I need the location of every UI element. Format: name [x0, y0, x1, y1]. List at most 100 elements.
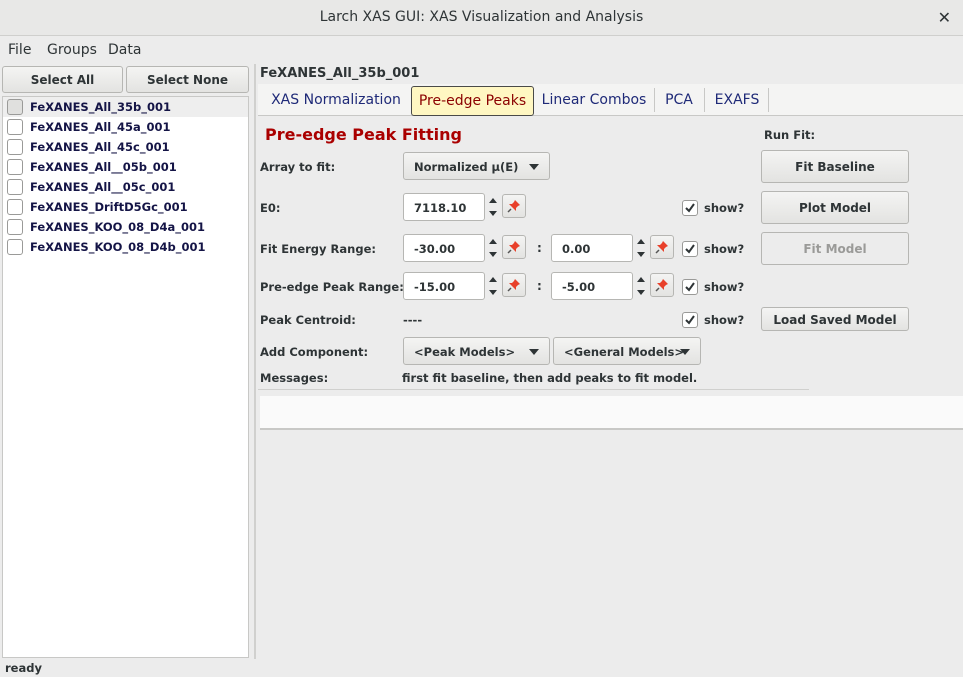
tab-exafs[interactable]: EXAFS — [710, 84, 764, 116]
fit-range-show-checkbox[interactable] — [682, 241, 698, 257]
menu-data[interactable]: Data — [108, 42, 141, 58]
peak-centroid-label: Peak Centroid: — [260, 313, 356, 327]
spin-down-icon[interactable] — [637, 252, 645, 257]
peak-range-max-stepper[interactable] — [634, 272, 650, 300]
group-row[interactable]: FeXANES_DriftD5Gc_001 — [3, 197, 248, 217]
group-list: FeXANES_All_35b_001 FeXANES_All_45a_001 … — [2, 96, 249, 658]
tab-bar: XAS Normalization Pre-edge Peaks Linear … — [258, 84, 963, 116]
general-models-select[interactable]: <General Models> — [553, 337, 701, 365]
centroid-show-label: show? — [704, 313, 745, 327]
group-checkbox[interactable] — [7, 139, 23, 155]
fit-model-button[interactable]: Fit Model — [761, 232, 909, 265]
e0-label: E0: — [260, 201, 281, 215]
group-label: FeXANES_All_45c_001 — [30, 140, 170, 154]
fit-range-min-input[interactable]: -30.00 — [403, 234, 485, 262]
fit-range-min-stepper[interactable] — [486, 234, 502, 262]
e0-stepper[interactable] — [486, 193, 502, 221]
peak-models-select[interactable]: <Peak Models> — [403, 337, 550, 365]
group-checkbox[interactable] — [7, 199, 23, 215]
centroid-show-checkbox[interactable] — [682, 312, 698, 328]
array-to-fit-value: Normalized μ(E) — [414, 160, 519, 174]
panel-splitter[interactable] — [254, 64, 256, 659]
tab-linear-combos[interactable]: Linear Combos — [538, 84, 650, 116]
check-icon — [685, 203, 695, 213]
group-row[interactable]: FeXANES_All_45c_001 — [3, 137, 248, 157]
select-all-button[interactable]: Select All — [2, 66, 123, 93]
plot-model-button[interactable]: Plot Model — [761, 191, 909, 224]
spin-up-icon[interactable] — [489, 198, 497, 203]
range-separator: : — [537, 241, 542, 255]
e0-show-checkbox[interactable] — [682, 200, 698, 216]
menu-groups[interactable]: Groups — [47, 42, 97, 58]
array-to-fit-label: Array to fit: — [260, 160, 336, 174]
messages-value: first fit baseline, then add peaks to fi… — [402, 371, 698, 385]
group-checkbox[interactable] — [7, 99, 23, 115]
window-titlebar: Larch XAS GUI: XAS Visualization and Ana… — [0, 0, 963, 36]
group-row[interactable]: FeXANES_All__05c_001 — [3, 177, 248, 197]
tab-xas-normalization[interactable]: XAS Normalization — [266, 84, 406, 116]
spin-down-icon[interactable] — [489, 290, 497, 295]
group-label: FeXANES_KOO_08_D4b_001 — [30, 240, 206, 254]
messages-label: Messages: — [260, 371, 329, 385]
peak-range-max-input[interactable]: -5.00 — [551, 272, 633, 300]
divider — [258, 389, 809, 390]
group-checkbox[interactable] — [7, 119, 23, 135]
group-checkbox[interactable] — [7, 239, 23, 255]
menubar: File Groups Data — [0, 37, 963, 64]
pin-icon — [507, 279, 520, 292]
tab-pca[interactable]: PCA — [658, 84, 700, 116]
group-row[interactable]: FeXANES_All_35b_001 — [3, 97, 248, 117]
group-row[interactable]: FeXANES_KOO_08_D4b_001 — [3, 237, 248, 257]
pin-icon — [655, 279, 668, 292]
peak-range-min-stepper[interactable] — [486, 272, 502, 300]
check-icon — [685, 315, 695, 325]
chevron-down-icon — [529, 164, 539, 170]
status-text: ready — [5, 661, 42, 675]
e0-pin-button[interactable] — [502, 194, 526, 218]
check-icon — [685, 282, 695, 292]
chevron-down-icon — [680, 349, 690, 355]
spin-down-icon[interactable] — [489, 252, 497, 257]
group-label: FeXANES_All__05b_001 — [30, 160, 177, 174]
spin-up-icon[interactable] — [489, 239, 497, 244]
array-to-fit-select[interactable]: Normalized μ(E) — [403, 152, 550, 180]
fit-range-max-input[interactable]: 0.00 — [551, 234, 633, 262]
peak-range-min-input[interactable]: -15.00 — [403, 272, 485, 300]
spin-up-icon[interactable] — [637, 277, 645, 282]
spin-up-icon[interactable] — [489, 277, 497, 282]
pin-icon — [655, 241, 668, 254]
menu-file[interactable]: File — [8, 42, 31, 58]
load-saved-model-button[interactable]: Load Saved Model — [761, 307, 909, 331]
e0-show-label: show? — [704, 201, 745, 215]
window-title: Larch XAS GUI: XAS Visualization and Ana… — [319, 9, 644, 25]
peak-range-max-pin-button[interactable] — [650, 273, 674, 297]
group-row[interactable]: FeXANES_All__05b_001 — [3, 157, 248, 177]
group-checkbox[interactable] — [7, 159, 23, 175]
group-row[interactable]: FeXANES_KOO_08_D4a_001 — [3, 217, 248, 237]
close-icon[interactable]: ✕ — [938, 8, 951, 27]
tab-preedge-peaks[interactable]: Pre-edge Peaks — [411, 86, 534, 116]
select-none-button[interactable]: Select None — [126, 66, 249, 93]
fit-baseline-button[interactable]: Fit Baseline — [761, 150, 909, 183]
pin-icon — [507, 241, 520, 254]
current-group-title: FeXANES_All_35b_001 — [260, 66, 420, 81]
peak-range-label: Pre-edge Peak Range: — [260, 280, 404, 294]
spin-down-icon[interactable] — [489, 211, 497, 216]
peak-range-min-pin-button[interactable] — [502, 273, 526, 297]
general-models-value: <General Models> — [564, 345, 685, 359]
group-checkbox[interactable] — [7, 179, 23, 195]
peak-range-show-checkbox[interactable] — [682, 279, 698, 295]
e0-input[interactable]: 7118.10 — [403, 193, 485, 221]
peak-centroid-value: ---- — [403, 313, 423, 327]
fit-range-max-stepper[interactable] — [634, 234, 650, 262]
spin-up-icon[interactable] — [637, 239, 645, 244]
group-label: FeXANES_All__05c_001 — [30, 180, 176, 194]
group-checkbox[interactable] — [7, 219, 23, 235]
fit-range-max-pin-button[interactable] — [650, 235, 674, 259]
range-separator: : — [537, 279, 542, 293]
group-row[interactable]: FeXANES_All_45a_001 — [3, 117, 248, 137]
group-label: FeXANES_KOO_08_D4a_001 — [30, 220, 205, 234]
run-fit-label: Run Fit: — [764, 128, 816, 142]
spin-down-icon[interactable] — [637, 290, 645, 295]
fit-range-min-pin-button[interactable] — [502, 235, 526, 259]
